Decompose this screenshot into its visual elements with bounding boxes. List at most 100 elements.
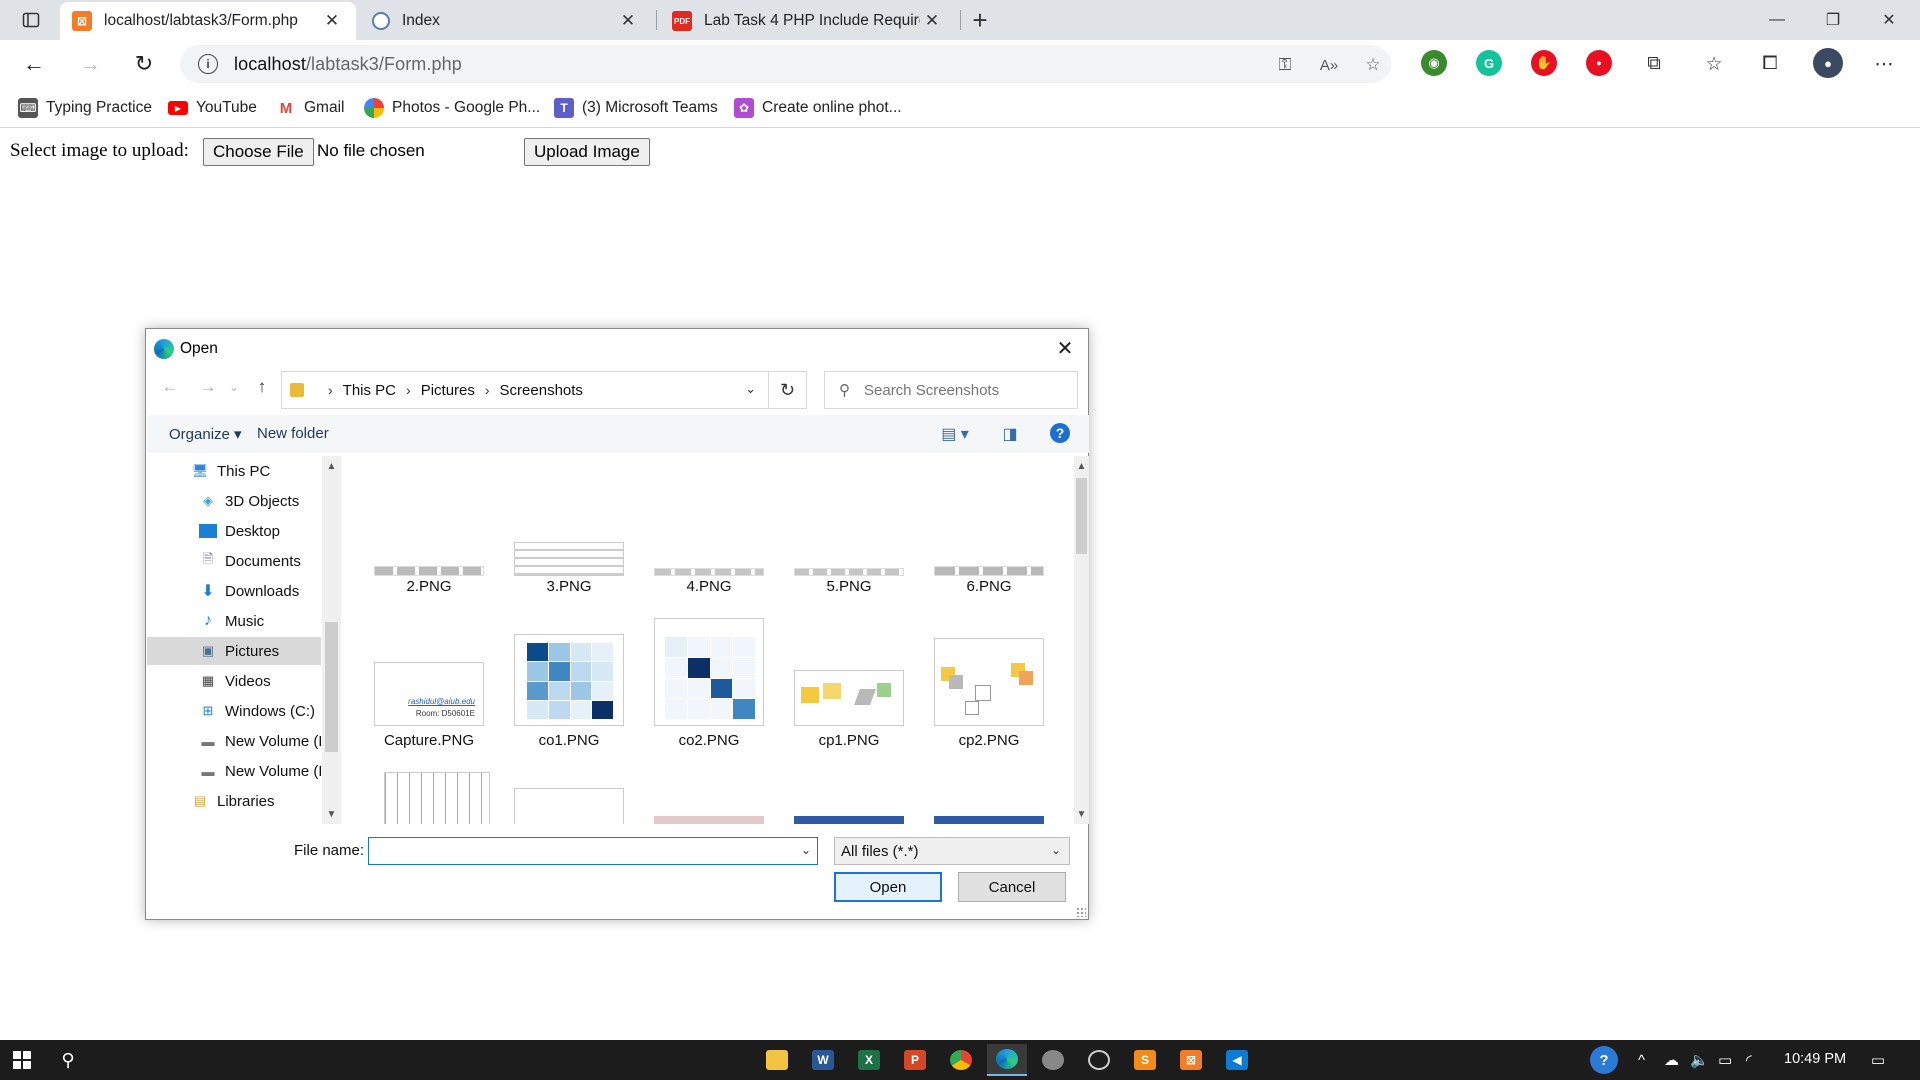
- file-item[interactable]: [785, 812, 913, 824]
- search-button[interactable]: ⚲: [48, 1044, 88, 1076]
- new-tab-button[interactable]: +: [964, 4, 996, 36]
- clock[interactable]: 10:49 PM: [1784, 1051, 1846, 1067]
- nav-item-this-pc[interactable]: 🖥 This PC: [147, 457, 321, 485]
- adblock-icon[interactable]: ✋: [1531, 50, 1557, 76]
- url-text[interactable]: localhost/labtask3/Form.php: [234, 54, 462, 75]
- start-button[interactable]: [0, 1044, 44, 1076]
- scrollbar-thumb[interactable]: [325, 622, 338, 752]
- nav-item-downloads[interactable]: ⬇ Downloads: [147, 577, 321, 605]
- chevron-up-icon[interactable]: ^: [1638, 1050, 1645, 1070]
- key-icon[interactable]: ⚿: [1274, 54, 1296, 76]
- recent-locations-button[interactable]: ⌄: [220, 373, 248, 401]
- new-folder-button[interactable]: New folder: [257, 425, 329, 442]
- scroll-up-icon[interactable]: ▲: [1074, 458, 1089, 474]
- nav-item-3d-objects[interactable]: ◈ 3D Objects: [147, 487, 321, 515]
- taskbar-vscode[interactable]: ◀: [1217, 1044, 1257, 1076]
- chevron-right-icon[interactable]: ›: [328, 382, 333, 398]
- change-view-button[interactable]: ▤ ▾: [937, 423, 973, 445]
- dialog-close-button[interactable]: ✕: [1050, 333, 1080, 363]
- address-bar[interactable]: i localhost/labtask3/Form.php ⚿ A» ☆: [180, 45, 1391, 83]
- scroll-up-icon[interactable]: ▲: [322, 458, 341, 474]
- file-item[interactable]: [373, 772, 501, 824]
- close-tab-icon[interactable]: ✕: [320, 9, 344, 33]
- favorite-google-photos[interactable]: Photos - Google Ph...: [364, 96, 540, 120]
- notifications-icon[interactable]: ▭: [1866, 1050, 1890, 1070]
- collections-icon[interactable]: ⧠: [1756, 50, 1784, 78]
- file-type-filter[interactable]: All files (*.*) ⌄: [834, 837, 1070, 865]
- favorite-microsoft-teams[interactable]: T (3) Microsoft Teams: [554, 96, 718, 120]
- scroll-down-icon[interactable]: ▼: [322, 806, 341, 822]
- onedrive-icon[interactable]: ☁: [1664, 1050, 1679, 1070]
- taskbar-excel[interactable]: X: [849, 1044, 889, 1076]
- tab-actions-button[interactable]: [14, 6, 48, 34]
- nav-item-videos[interactable]: ▦ Videos: [147, 667, 321, 695]
- open-button[interactable]: Open: [834, 872, 942, 902]
- add-favorite-icon[interactable]: ☆: [1362, 54, 1384, 76]
- more-menu-icon[interactable]: ⋯: [1870, 50, 1898, 78]
- file-item[interactable]: cp2.PNG: [925, 616, 1053, 756]
- close-tab-icon[interactable]: ✕: [616, 9, 640, 33]
- wifi-icon[interactable]: ◜: [1746, 1050, 1752, 1070]
- tab-lab-task-pdf[interactable]: PDF Lab Task 4 PHP Include Require v ✕: [660, 2, 956, 40]
- read-aloud-icon[interactable]: A»: [1318, 54, 1340, 76]
- file-item[interactable]: cp1.PNG: [785, 616, 913, 756]
- preview-pane-button[interactable]: ◨: [999, 423, 1021, 445]
- help-icon[interactable]: ?: [1050, 423, 1070, 443]
- upload-image-button[interactable]: Upload Image: [524, 138, 650, 166]
- chevron-right-icon[interactable]: ›: [406, 382, 411, 398]
- file-item[interactable]: co1.PNG: [505, 616, 633, 756]
- nav-item-windows-c[interactable]: ⊞ Windows (C:): [147, 697, 321, 725]
- nav-item-documents[interactable]: 🗎 Documents: [147, 547, 321, 575]
- dialog-back-button[interactable]: ←: [156, 373, 184, 401]
- volume-icon[interactable]: 🔈: [1690, 1050, 1709, 1070]
- scroll-down-icon[interactable]: ▼: [1074, 806, 1089, 822]
- favorite-typing-practice[interactable]: ⌨ Typing Practice: [18, 96, 152, 120]
- taskbar-word[interactable]: W: [803, 1044, 843, 1076]
- nav-item-music[interactable]: ♪ Music: [147, 607, 321, 635]
- close-window-button[interactable]: ✕: [1862, 0, 1916, 40]
- grammarly-icon[interactable]: G: [1476, 50, 1502, 76]
- taskbar-xampp[interactable]: ⊠: [1171, 1044, 1211, 1076]
- organize-button[interactable]: Organize ▾: [169, 425, 242, 443]
- refresh-folder-button[interactable]: ↻: [769, 371, 807, 409]
- refresh-button[interactable]: ↻: [126, 46, 162, 82]
- nav-item-new-volume-d[interactable]: ▬ New Volume (D: [147, 727, 322, 755]
- cancel-button[interactable]: Cancel: [958, 872, 1066, 902]
- tab-index[interactable]: Index ✕: [360, 2, 652, 40]
- scrollbar-thumb[interactable]: [1076, 478, 1087, 554]
- forward-button[interactable]: →: [72, 46, 108, 82]
- taskbar-edge[interactable]: [987, 1044, 1027, 1076]
- search-box[interactable]: ⚲: [824, 371, 1078, 409]
- dialog-forward-button[interactable]: →: [194, 373, 222, 401]
- file-item[interactable]: rashidul@aiub.edu Room: D50601E Capture.…: [365, 616, 493, 756]
- resize-grip[interactable]: [1076, 907, 1086, 917]
- idm-extension-icon[interactable]: ◉: [1421, 50, 1447, 76]
- tab-form-php[interactable]: ⊠ localhost/labtask3/Form.php ✕: [60, 2, 356, 40]
- search-input[interactable]: [864, 381, 1054, 399]
- site-info-icon[interactable]: i: [198, 54, 218, 74]
- breadcrumb[interactable]: › This PC › Pictures › Screenshots ⌄: [281, 371, 769, 409]
- minimize-button[interactable]: —: [1750, 0, 1804, 40]
- battery-icon[interactable]: ▭: [1718, 1050, 1732, 1070]
- favorite-gmail[interactable]: M Gmail: [276, 96, 344, 120]
- taskbar-file-explorer[interactable]: [757, 1044, 797, 1076]
- breadcrumb-screenshots[interactable]: Screenshots: [500, 382, 583, 399]
- file-list-scrollbar[interactable]: ▲ ▼: [1074, 456, 1089, 824]
- restore-button[interactable]: ❐: [1806, 0, 1860, 40]
- breadcrumb-this-pc[interactable]: This PC: [343, 382, 396, 399]
- nav-item-pictures[interactable]: ▣ Pictures: [147, 637, 321, 665]
- file-item[interactable]: co2.PNG: [645, 616, 773, 756]
- taskbar-app[interactable]: [1079, 1044, 1119, 1076]
- nav-item-libraries[interactable]: ▤ Libraries: [147, 787, 321, 815]
- record-extension-icon[interactable]: ●: [1586, 50, 1612, 76]
- up-folder-button[interactable]: ↑: [248, 373, 276, 401]
- choose-file-button[interactable]: Choose File: [203, 138, 314, 166]
- chevron-down-icon[interactable]: ⌄: [801, 843, 811, 857]
- taskbar-chrome[interactable]: [941, 1044, 981, 1076]
- taskbar-powerpoint[interactable]: P: [895, 1044, 935, 1076]
- close-tab-icon[interactable]: ✕: [920, 9, 944, 33]
- favorite-create-online-photo[interactable]: ✿ Create online phot...: [734, 96, 902, 120]
- file-item[interactable]: [645, 812, 773, 824]
- file-item[interactable]: [925, 812, 1053, 824]
- breadcrumb-pictures[interactable]: Pictures: [421, 382, 475, 399]
